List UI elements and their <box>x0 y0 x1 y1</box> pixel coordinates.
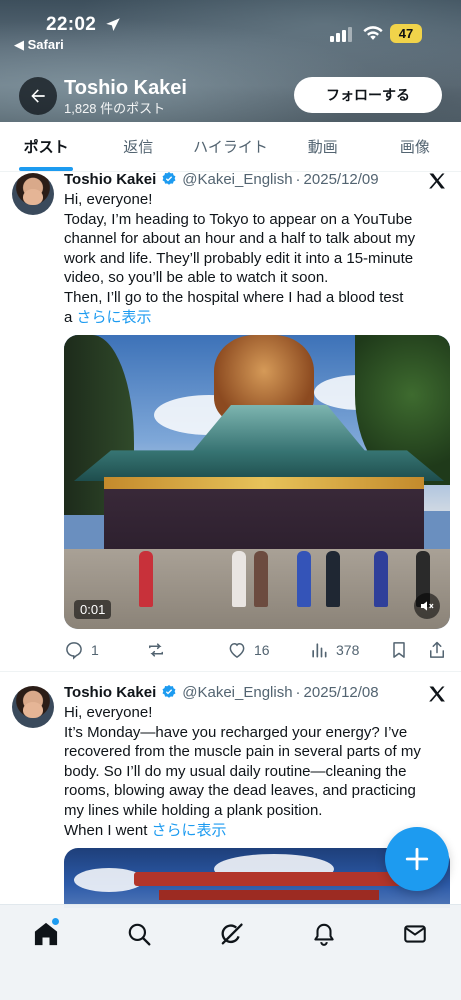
compose-button[interactable] <box>385 827 449 891</box>
post-author[interactable]: Toshio Kakei <box>64 684 156 701</box>
reply-count: 1 <box>91 642 99 658</box>
post-line: It’s Monday—have you recharged your ener… <box>64 723 408 741</box>
cellular-signal-icon <box>330 27 352 42</box>
separator: · <box>295 170 301 188</box>
post-actions: 1 16 378 <box>64 639 450 661</box>
bookmark-icon <box>393 642 405 658</box>
video-person <box>374 551 388 607</box>
post-line: Hi, everyone! <box>64 704 153 721</box>
heart-icon <box>229 642 245 658</box>
nav-messages[interactable] <box>400 919 430 949</box>
post-line: channel for about an hour and a half to … <box>64 230 416 248</box>
nav-grok[interactable] <box>216 919 246 949</box>
view-count: 378 <box>336 642 360 658</box>
image-torii <box>159 890 379 900</box>
back-button[interactable] <box>19 77 57 115</box>
post-line: rooms, blowing away the dead leaves, and… <box>64 782 416 800</box>
post-line: my lines while holding a plank position. <box>64 801 323 819</box>
post-line-prefix: a <box>64 308 73 326</box>
like-button[interactable]: 16 <box>227 639 270 661</box>
post-count: 1,828 件のポスト <box>64 101 166 116</box>
verified-badge-icon <box>162 172 176 185</box>
avatar[interactable] <box>12 173 54 215</box>
location-arrow-icon <box>106 18 120 31</box>
follow-button[interactable]: フォローする <box>294 77 442 113</box>
post-line-last: a さらに表示 <box>64 308 450 328</box>
share-icon <box>430 641 444 658</box>
post-line: Today, I’m heading to Tokyo to appear on… <box>64 210 413 228</box>
video-timestamp: 0:01 <box>74 600 112 619</box>
post-header: Toshio Kakei @Kakei_English · 2025/12/08 <box>64 682 379 702</box>
post-line: recovered from the muscle pain in severa… <box>64 743 421 761</box>
grok-icon <box>221 923 243 945</box>
x-logo-icon <box>429 173 445 189</box>
post-date[interactable]: 2025/12/08 <box>304 684 379 701</box>
post-date[interactable]: 2025/12/09 <box>304 171 379 188</box>
show-more-link[interactable]: さらに表示 <box>152 822 227 839</box>
speaker-muted-icon <box>421 601 434 611</box>
back-to-safari-link[interactable]: ◀ Safari <box>14 37 64 53</box>
video-person <box>297 551 311 607</box>
views-chart-icon <box>312 643 327 658</box>
x-logo-icon <box>429 686 445 702</box>
status-time: 22:02 <box>46 14 97 35</box>
post-text: Hi, everyone! Today, I’m heading to Toky… <box>64 190 450 327</box>
show-more-link[interactable]: さらに表示 <box>77 309 152 326</box>
search-icon <box>128 923 151 946</box>
post-item[interactable]: Toshio Kakei @Kakei_English · 2025/12/09… <box>0 165 461 672</box>
profile-name: Toshio Kakei <box>64 77 187 99</box>
video-person <box>254 551 268 607</box>
video-person <box>326 551 340 607</box>
post-line: Then, I’ll go to the hospital where I ha… <box>64 288 404 306</box>
post-line: video, so you’ll be able to watch it soo… <box>64 269 329 287</box>
views-button[interactable]: 378 <box>309 639 359 661</box>
arrow-left-icon <box>31 89 45 103</box>
video-roof <box>74 450 444 481</box>
post-line-prefix: When I went <box>64 821 148 839</box>
post-text: Hi, everyone! It’s Monday—have you recha… <box>64 703 450 840</box>
tab-posts[interactable]: ポスト <box>0 122 92 171</box>
status-bar: 22:02 ◀ Safari 47 <box>0 0 461 56</box>
separator: · <box>295 683 301 701</box>
battery-indicator: 47 <box>390 24 422 43</box>
mute-button[interactable] <box>414 593 440 619</box>
video-person <box>232 551 246 607</box>
post-video[interactable]: 0:01 <box>64 335 450 629</box>
video-beam <box>104 477 424 489</box>
bookmark-button[interactable] <box>389 639 416 661</box>
image-torii <box>134 872 404 886</box>
profile-header: 22:02 ◀ Safari 47 Toshio Kakei 1,828 件のポ… <box>0 0 461 122</box>
repost-button[interactable] <box>146 639 173 661</box>
post-handle[interactable]: @Kakei_English <box>182 684 292 701</box>
reply-icon <box>66 642 82 660</box>
repost-icon <box>149 643 163 657</box>
tab-videos[interactable]: 動画 <box>277 122 369 171</box>
like-count: 16 <box>254 642 270 658</box>
post-line: body. So I’ll do my usual daily routine—… <box>64 762 407 780</box>
nav-notifications[interactable] <box>309 919 339 949</box>
tab-replies[interactable]: 返信 <box>92 122 184 171</box>
notification-dot <box>52 918 59 925</box>
bottom-navigation <box>0 904 461 1000</box>
post-line: Hi, everyone! <box>64 191 153 208</box>
post-line: work and life. They’ll probably edit it … <box>64 249 414 267</box>
video-person <box>139 551 153 607</box>
post-handle[interactable]: @Kakei_English <box>182 171 292 188</box>
tab-highlights[interactable]: ハイライト <box>184 122 276 171</box>
nav-search[interactable] <box>124 919 154 949</box>
wifi-icon <box>363 26 383 40</box>
bell-icon <box>314 923 334 946</box>
reply-button[interactable]: 1 <box>64 639 99 661</box>
share-button[interactable] <box>427 639 454 661</box>
tab-images[interactable]: 画像 <box>369 122 461 171</box>
mail-icon <box>404 925 426 943</box>
plus-icon <box>405 847 429 871</box>
post-header: Toshio Kakei @Kakei_English · 2025/12/09 <box>64 169 379 189</box>
avatar[interactable] <box>12 686 54 728</box>
verified-badge-icon <box>162 685 176 698</box>
post-author[interactable]: Toshio Kakei <box>64 171 156 188</box>
